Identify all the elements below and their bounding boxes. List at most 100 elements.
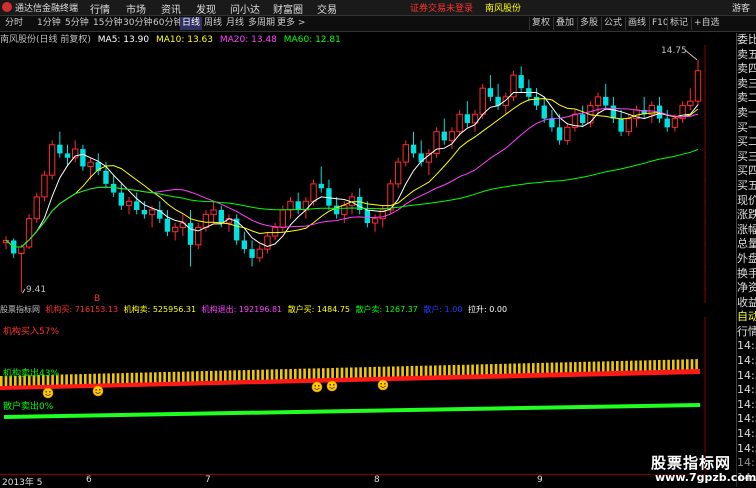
period-more[interactable]: 更多 > [275,17,307,30]
draw-line-button[interactable]: 画线 [625,17,648,30]
inst-sell-bar [527,363,530,375]
inst-sell-bar [172,371,176,383]
panel-item: 总量 [737,237,756,251]
inst-sell-bar [116,373,120,385]
inst-sell-readout: 机构卖: 525956.31 [123,305,197,314]
period-1min[interactable]: 1分钟 [35,17,63,30]
inst-sell-bar [676,359,680,371]
inst-sell-bar [690,359,694,371]
inst-sell-bar [597,361,600,373]
inst-sell-bar [340,367,344,379]
app-logo-icon [2,2,12,12]
inst-sell-bar [317,368,320,380]
panel-item: 14:5 [737,368,756,382]
inst-sell-bar [466,364,470,376]
inst-sell-bar [532,363,535,375]
indicator-chart[interactable]: 机构买入57% 机构卖出43% 散户卖出0% 75000 60000 41420… [0,317,706,474]
candle [664,109,670,132]
candlestick-chart[interactable]: 14.5014.0013.5013.0012.5012.0011.5011.00… [0,45,706,303]
inst-sell-bar [121,373,124,385]
smiley-icon [92,385,104,397]
inst-sell-bar [214,370,218,382]
inst-sell-bar [233,370,236,382]
inst-sell-bar [485,364,488,376]
app-name: 通达信金融终端 [15,4,79,14]
period-timeshare[interactable]: 分时 [3,17,25,30]
inst-sell-bar [140,372,143,384]
period-30min[interactable]: 30分钟 [121,17,154,30]
inst-sell-bar [471,364,474,376]
menu-trade[interactable]: 交易 [317,1,337,16]
guest-label[interactable]: 游客 [732,1,750,14]
inst-sell-bar [462,364,465,376]
ma20-readout: MA20: 13.48 [219,35,277,45]
overlay-button[interactable]: 叠加 [553,17,576,30]
candle [456,109,463,137]
inst-sell-bar [592,361,596,373]
time-label-may: 2013年 5 [2,478,43,488]
panel-item: 卖三 [737,76,756,90]
inst-sell-bar [546,362,549,374]
candle [679,101,686,123]
smiley-icon [311,381,323,393]
candle [402,140,410,167]
inst-sell-bar [499,363,502,375]
quote-side-panel[interactable]: 委比 卖五 卖四 卖三 卖二 卖一 买一 买二 买三 买四 买五 现价 涨跌 涨幅 总量 外盘 换手 净资 收益 自动… [736,33,756,487]
inst-sell-bar [252,369,255,381]
inst-sell-bar [275,369,278,381]
multi-stock-button[interactable]: 多股 [577,17,600,30]
inst-sell-bar [350,367,353,379]
add-watchlist-button[interactable]: +自选 [691,17,722,30]
panel-item: 委比 [737,33,756,46]
inst-sell-pct-label: 机构卖出43% [3,367,59,379]
candle [179,214,187,237]
inst-sell-bar [326,368,330,380]
menu-market-list[interactable]: 市场 [126,1,146,16]
inst-sell-bar [242,370,246,382]
menu-discover[interactable]: 发现 [196,1,216,16]
period-weekly[interactable]: 周线 [202,17,224,30]
period-monthly[interactable]: 月线 [224,17,246,30]
candle [471,109,479,132]
candle [425,149,433,176]
inst-sell-bar [228,370,232,382]
period-15min[interactable]: 15分钟 [91,17,124,30]
inst-sell-bar [392,366,395,378]
adjust-button[interactable]: 复权 [529,17,552,30]
candle [118,183,125,210]
period-multi[interactable]: 多周期 [246,17,277,30]
panel-item: 卖四 [737,62,756,76]
menu-news[interactable]: 资讯 [161,1,181,16]
menu-market[interactable]: 行情 [90,1,110,16]
candle [264,231,271,254]
candle [464,101,471,128]
time-label-jun: 6 [86,475,92,485]
menu-ask[interactable]: 问小达 [230,1,260,16]
inst-sell-bar [634,360,638,372]
mark-button[interactable]: 标记 [667,17,690,30]
candle [241,231,248,254]
retail-buy-readout: 散户买: 1484.75 [287,305,351,314]
candle [33,192,40,224]
candle [579,105,586,128]
inst-sell-bar [625,360,628,372]
ma5-readout: MA5: 13.90 [97,35,150,45]
indicator-header: 股票指标网 机构买: 716153.13 机构卖: 525956.31 机构退出… [0,304,706,316]
candle [594,92,602,115]
candle [318,166,324,193]
period-5min[interactable]: 5分钟 [63,17,91,30]
inst-sell-bar [616,361,619,372]
inst-sell-bar [158,372,162,384]
inst-sell-bar [331,368,334,379]
period-daily[interactable]: 日线 [180,17,203,30]
candle [210,201,217,224]
inst-sell-bar [513,363,516,375]
inst-sell-bar [177,371,180,383]
menu-wealth[interactable]: 财富圈 [273,1,303,16]
formula-button[interactable]: 公式 [601,17,624,30]
inst-buy-readout: 机构买: 716153.13 [45,305,119,314]
candle [571,109,579,132]
candle [164,209,171,237]
candle [394,157,402,189]
login-status[interactable]: 证券交易未登录 [410,1,473,14]
